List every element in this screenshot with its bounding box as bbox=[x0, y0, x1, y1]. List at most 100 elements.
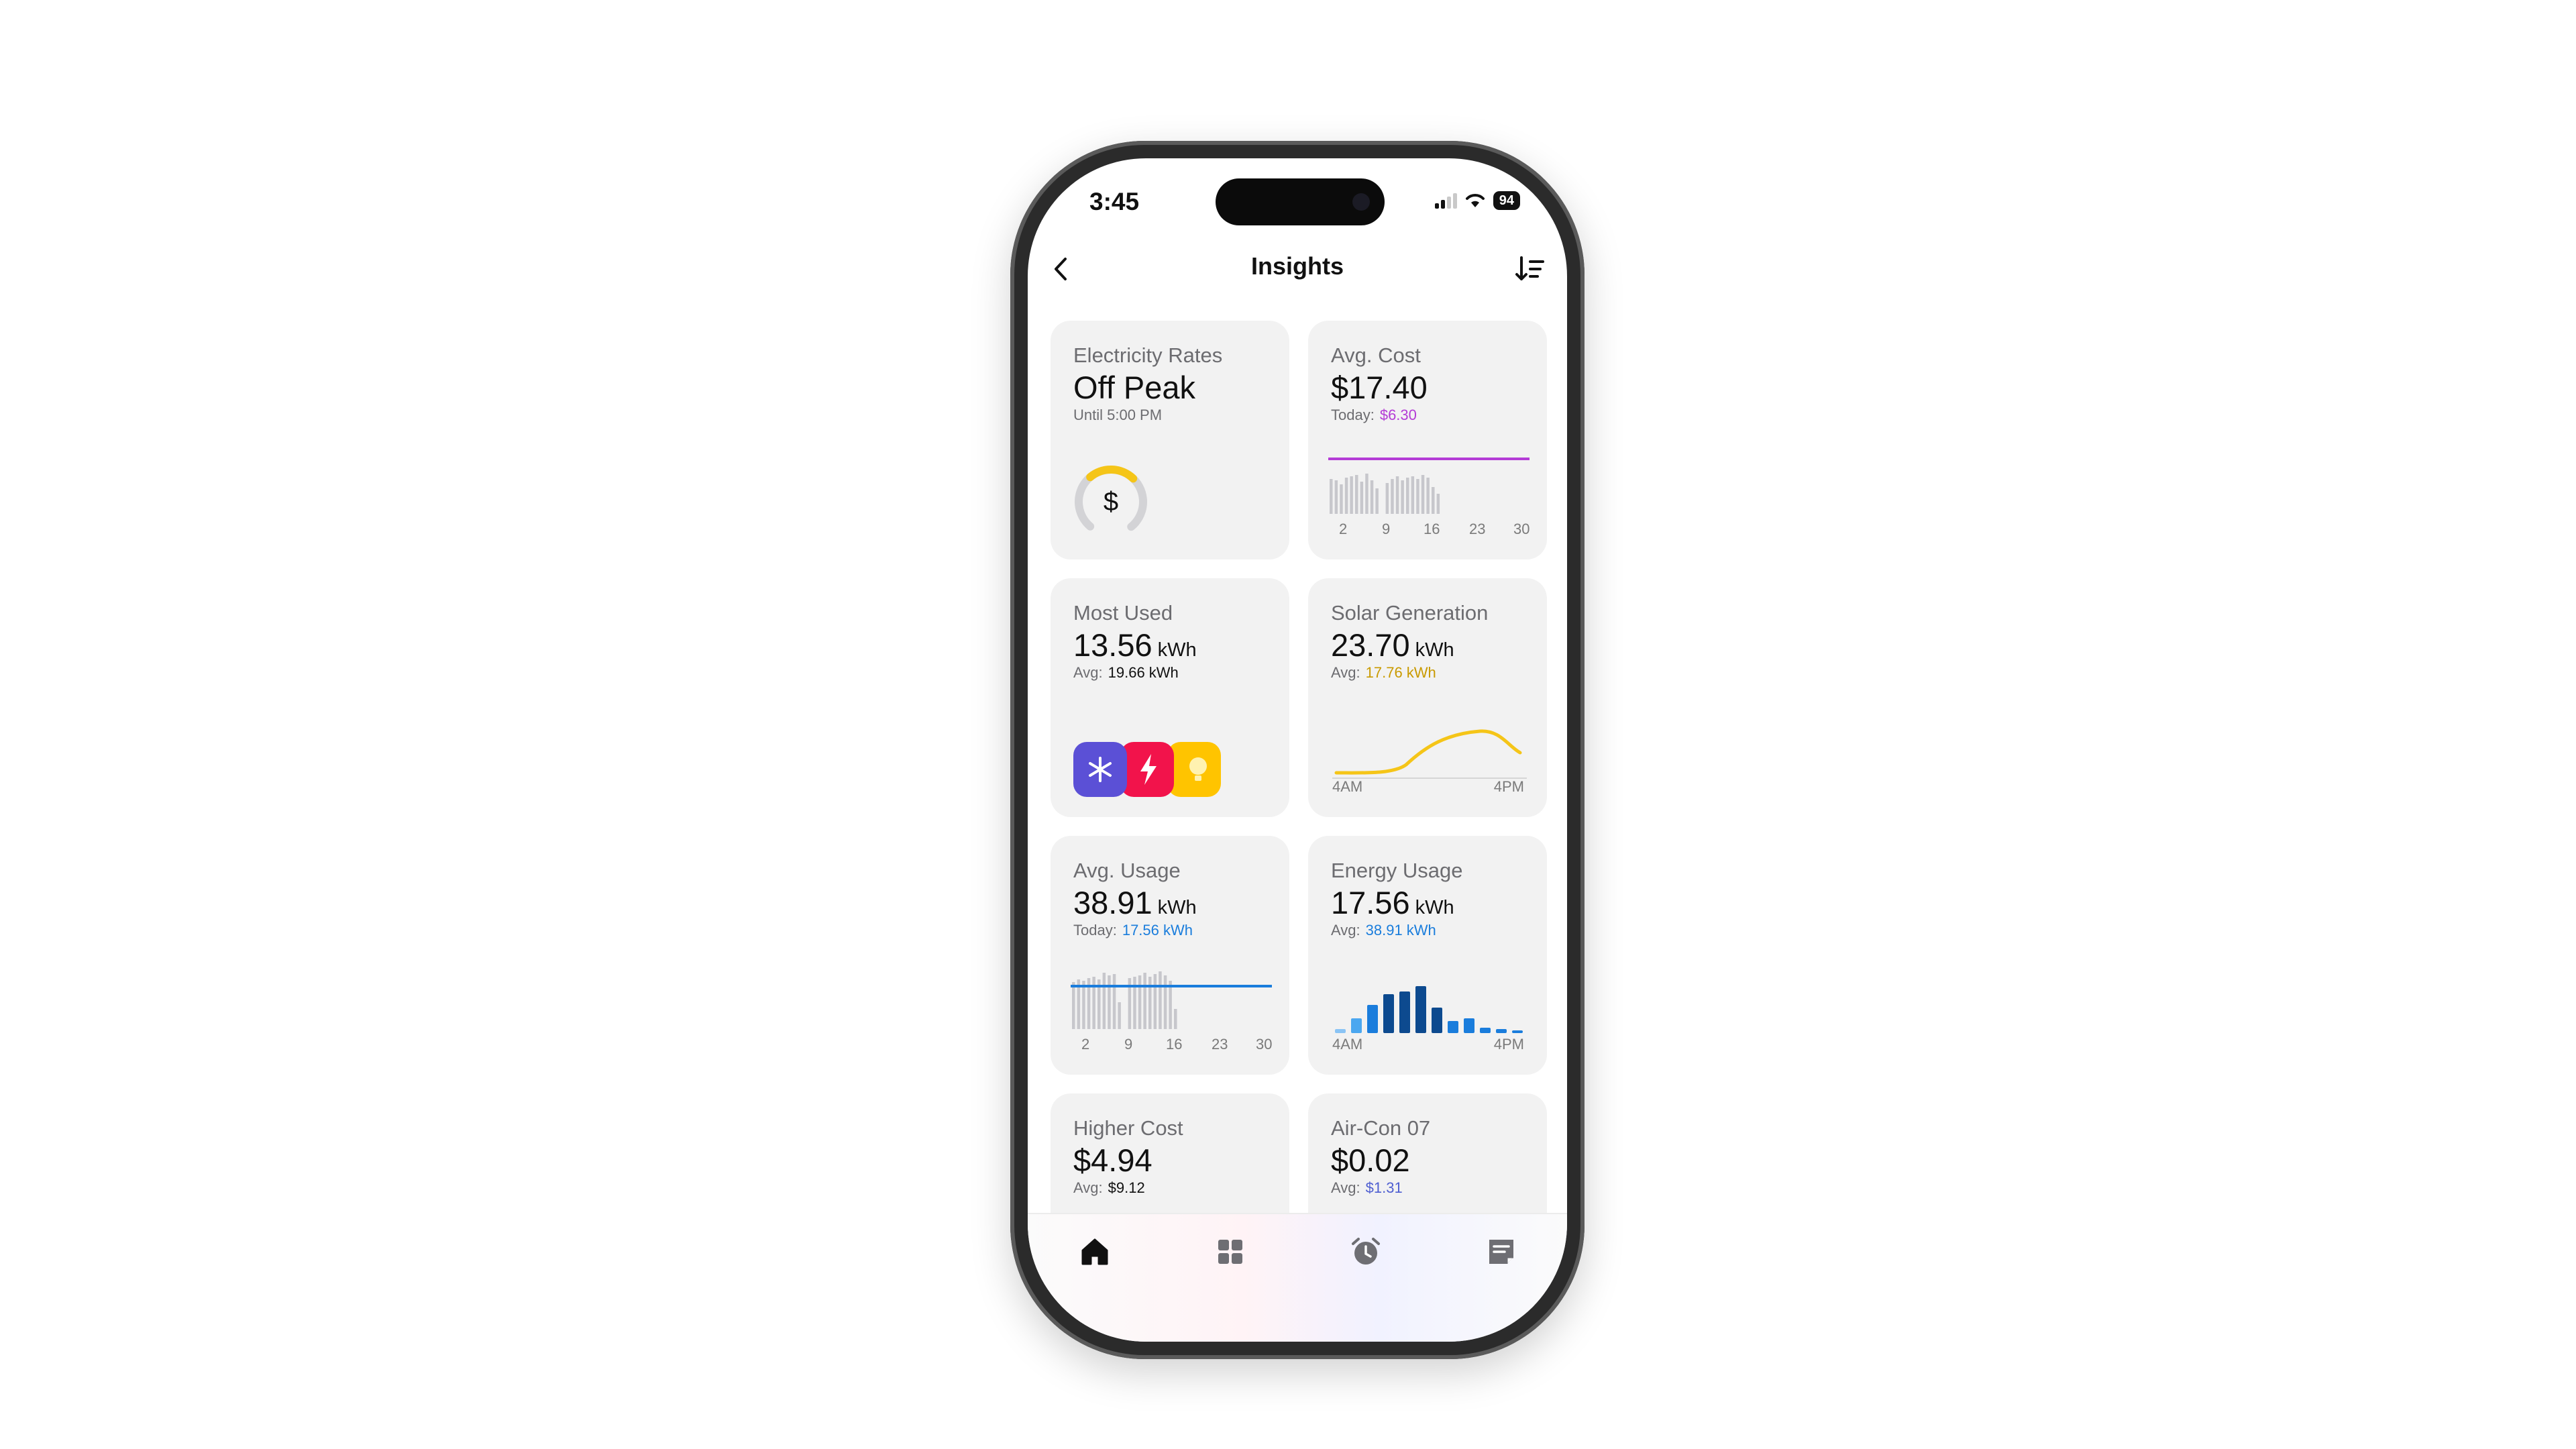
x-axis-start: 4AM bbox=[1332, 778, 1363, 795]
card-value: $4.94 bbox=[1073, 1142, 1152, 1178]
chart-bar bbox=[1334, 480, 1338, 514]
device-icons bbox=[1073, 742, 1234, 797]
chart-bar bbox=[1330, 479, 1333, 514]
chart-tick: 16 bbox=[1166, 1036, 1183, 1053]
chart-bar bbox=[1082, 981, 1085, 1029]
avg-usage-bar-chart bbox=[1071, 971, 1272, 1029]
card-value: $0.02 bbox=[1331, 1142, 1410, 1178]
card-most-used[interactable]: Most Used 13.56 kWh Avg: 19.66 kWh bbox=[1051, 578, 1289, 817]
chart-bar bbox=[1169, 981, 1172, 1029]
chart-bar bbox=[1411, 476, 1415, 514]
chart-bar bbox=[1370, 480, 1374, 514]
page-title: Insights bbox=[1250, 252, 1344, 280]
alarm-clock-icon[interactable] bbox=[1347, 1233, 1385, 1271]
chart-bar bbox=[1335, 1029, 1346, 1033]
chart-tick: 2 bbox=[1081, 1036, 1090, 1053]
chart-bar bbox=[1426, 478, 1430, 514]
chart-bar bbox=[1351, 1018, 1362, 1033]
card-electricity-rates[interactable]: Electricity Rates Off Peak Until 5:00 PM… bbox=[1051, 321, 1289, 559]
sort-descending-icon[interactable] bbox=[1513, 252, 1547, 286]
chart-bar bbox=[1153, 974, 1157, 1029]
card-subtext: Avg: 38.91 kWh bbox=[1331, 922, 1436, 938]
energy-usage-bar-chart bbox=[1335, 986, 1523, 1033]
chart-bar bbox=[1340, 484, 1343, 514]
chart-bar bbox=[1143, 973, 1146, 1029]
chart-bar bbox=[1401, 480, 1404, 514]
chart-bar bbox=[1350, 476, 1353, 514]
battery-indicator: 94 bbox=[1493, 191, 1520, 210]
card-value: Off Peak bbox=[1073, 370, 1196, 405]
chart-bar bbox=[1399, 991, 1410, 1033]
card-subtext: Today: 17.56 kWh bbox=[1073, 922, 1193, 938]
chart-bar bbox=[1512, 1030, 1523, 1033]
card-label: Air-Con 07 bbox=[1331, 1116, 1431, 1140]
home-icon[interactable] bbox=[1076, 1233, 1114, 1271]
x-axis-end: 4PM bbox=[1493, 1036, 1524, 1053]
chart-bar bbox=[1375, 488, 1379, 514]
chart-tick: 16 bbox=[1424, 521, 1440, 537]
chart-bar bbox=[1391, 479, 1394, 514]
solar-line-chart bbox=[1332, 729, 1527, 779]
cellular-signal-icon bbox=[1434, 193, 1457, 209]
card-label: Higher Cost bbox=[1073, 1116, 1183, 1140]
card-avg-cost[interactable]: Avg. Cost $17.40 Today: $6.30 2 9 16 23 3… bbox=[1308, 321, 1547, 559]
lightbulb-icon bbox=[1167, 742, 1221, 797]
chart-bar bbox=[1355, 475, 1358, 514]
chart-bar bbox=[1365, 474, 1368, 514]
card-solar-generation[interactable]: Solar Generation 23.70 kWh Avg: 17.76 kWh … bbox=[1308, 578, 1547, 817]
chart-bar bbox=[1159, 971, 1162, 1029]
card-value: 23.70 kWh bbox=[1331, 627, 1454, 663]
notes-icon[interactable] bbox=[1483, 1233, 1520, 1271]
chart-bar bbox=[1415, 986, 1426, 1033]
card-label: Energy Usage bbox=[1331, 859, 1463, 882]
chart-tick: 2 bbox=[1339, 521, 1348, 537]
chart-bar bbox=[1344, 478, 1348, 514]
chart-bar bbox=[1395, 476, 1399, 514]
card-subtext: Avg: 17.76 kWh bbox=[1331, 664, 1436, 681]
chart-tick: 30 bbox=[1513, 521, 1530, 537]
chart-bar bbox=[1432, 1008, 1442, 1033]
card-value: 17.56 kWh bbox=[1331, 885, 1454, 920]
card-subtext: Today: $6.30 bbox=[1331, 407, 1417, 423]
chart-bar bbox=[1138, 975, 1142, 1029]
dynamic-island bbox=[1216, 178, 1385, 225]
chart-bar bbox=[1163, 975, 1167, 1029]
card-subtext: Avg: $1.31 bbox=[1331, 1179, 1403, 1196]
card-subtext: Avg: 19.66 kWh bbox=[1073, 664, 1179, 681]
card-energy-usage[interactable]: Energy Usage 17.56 kWh Avg: 38.91 kWh 4AM … bbox=[1308, 836, 1547, 1075]
dollar-gauge-icon: $ bbox=[1075, 466, 1147, 538]
chart-bar bbox=[1367, 1005, 1378, 1033]
chart-tick: 9 bbox=[1382, 521, 1391, 537]
chart-bar bbox=[1133, 977, 1136, 1029]
chart-bar bbox=[1416, 479, 1419, 514]
card-value: 13.56 kWh bbox=[1073, 627, 1197, 663]
chart-bar bbox=[1072, 982, 1075, 1029]
wifi-icon bbox=[1465, 194, 1485, 207]
grid-icon[interactable] bbox=[1212, 1233, 1249, 1271]
card-value: 38.91 kWh bbox=[1073, 885, 1197, 920]
chart-bar bbox=[1383, 994, 1394, 1033]
chart-bar bbox=[1436, 494, 1440, 514]
chart-bar bbox=[1448, 1021, 1458, 1033]
status-icons: 94 bbox=[1434, 191, 1520, 211]
card-subtext: Until 5:00 PM bbox=[1073, 407, 1163, 423]
chart-bar bbox=[1118, 1002, 1121, 1029]
chart-tick: 30 bbox=[1256, 1036, 1273, 1053]
avg-cost-bar-chart bbox=[1328, 458, 1529, 514]
card-subtext: Avg: $9.12 bbox=[1073, 1179, 1145, 1196]
chart-bar bbox=[1102, 973, 1106, 1029]
chart-bar bbox=[1385, 483, 1389, 514]
card-label: Electricity Rates bbox=[1073, 343, 1223, 367]
chart-tick: 9 bbox=[1124, 1036, 1133, 1053]
tab-bar bbox=[1028, 1213, 1567, 1342]
x-axis-end: 4PM bbox=[1493, 778, 1524, 795]
status-time: 3:45 bbox=[1089, 188, 1140, 215]
chart-bar bbox=[1174, 1009, 1177, 1029]
chart-bar bbox=[1092, 977, 1095, 1029]
chart-bar bbox=[1360, 482, 1364, 514]
card-avg-usage[interactable]: Avg. Usage 38.91 kWh Today: 17.56 kWh 2 9 … bbox=[1051, 836, 1289, 1075]
chart-tick: 23 bbox=[1212, 1036, 1228, 1053]
chart-bar bbox=[1108, 975, 1111, 1029]
x-axis-start: 4AM bbox=[1332, 1036, 1363, 1053]
chart-bar bbox=[1148, 977, 1152, 1029]
